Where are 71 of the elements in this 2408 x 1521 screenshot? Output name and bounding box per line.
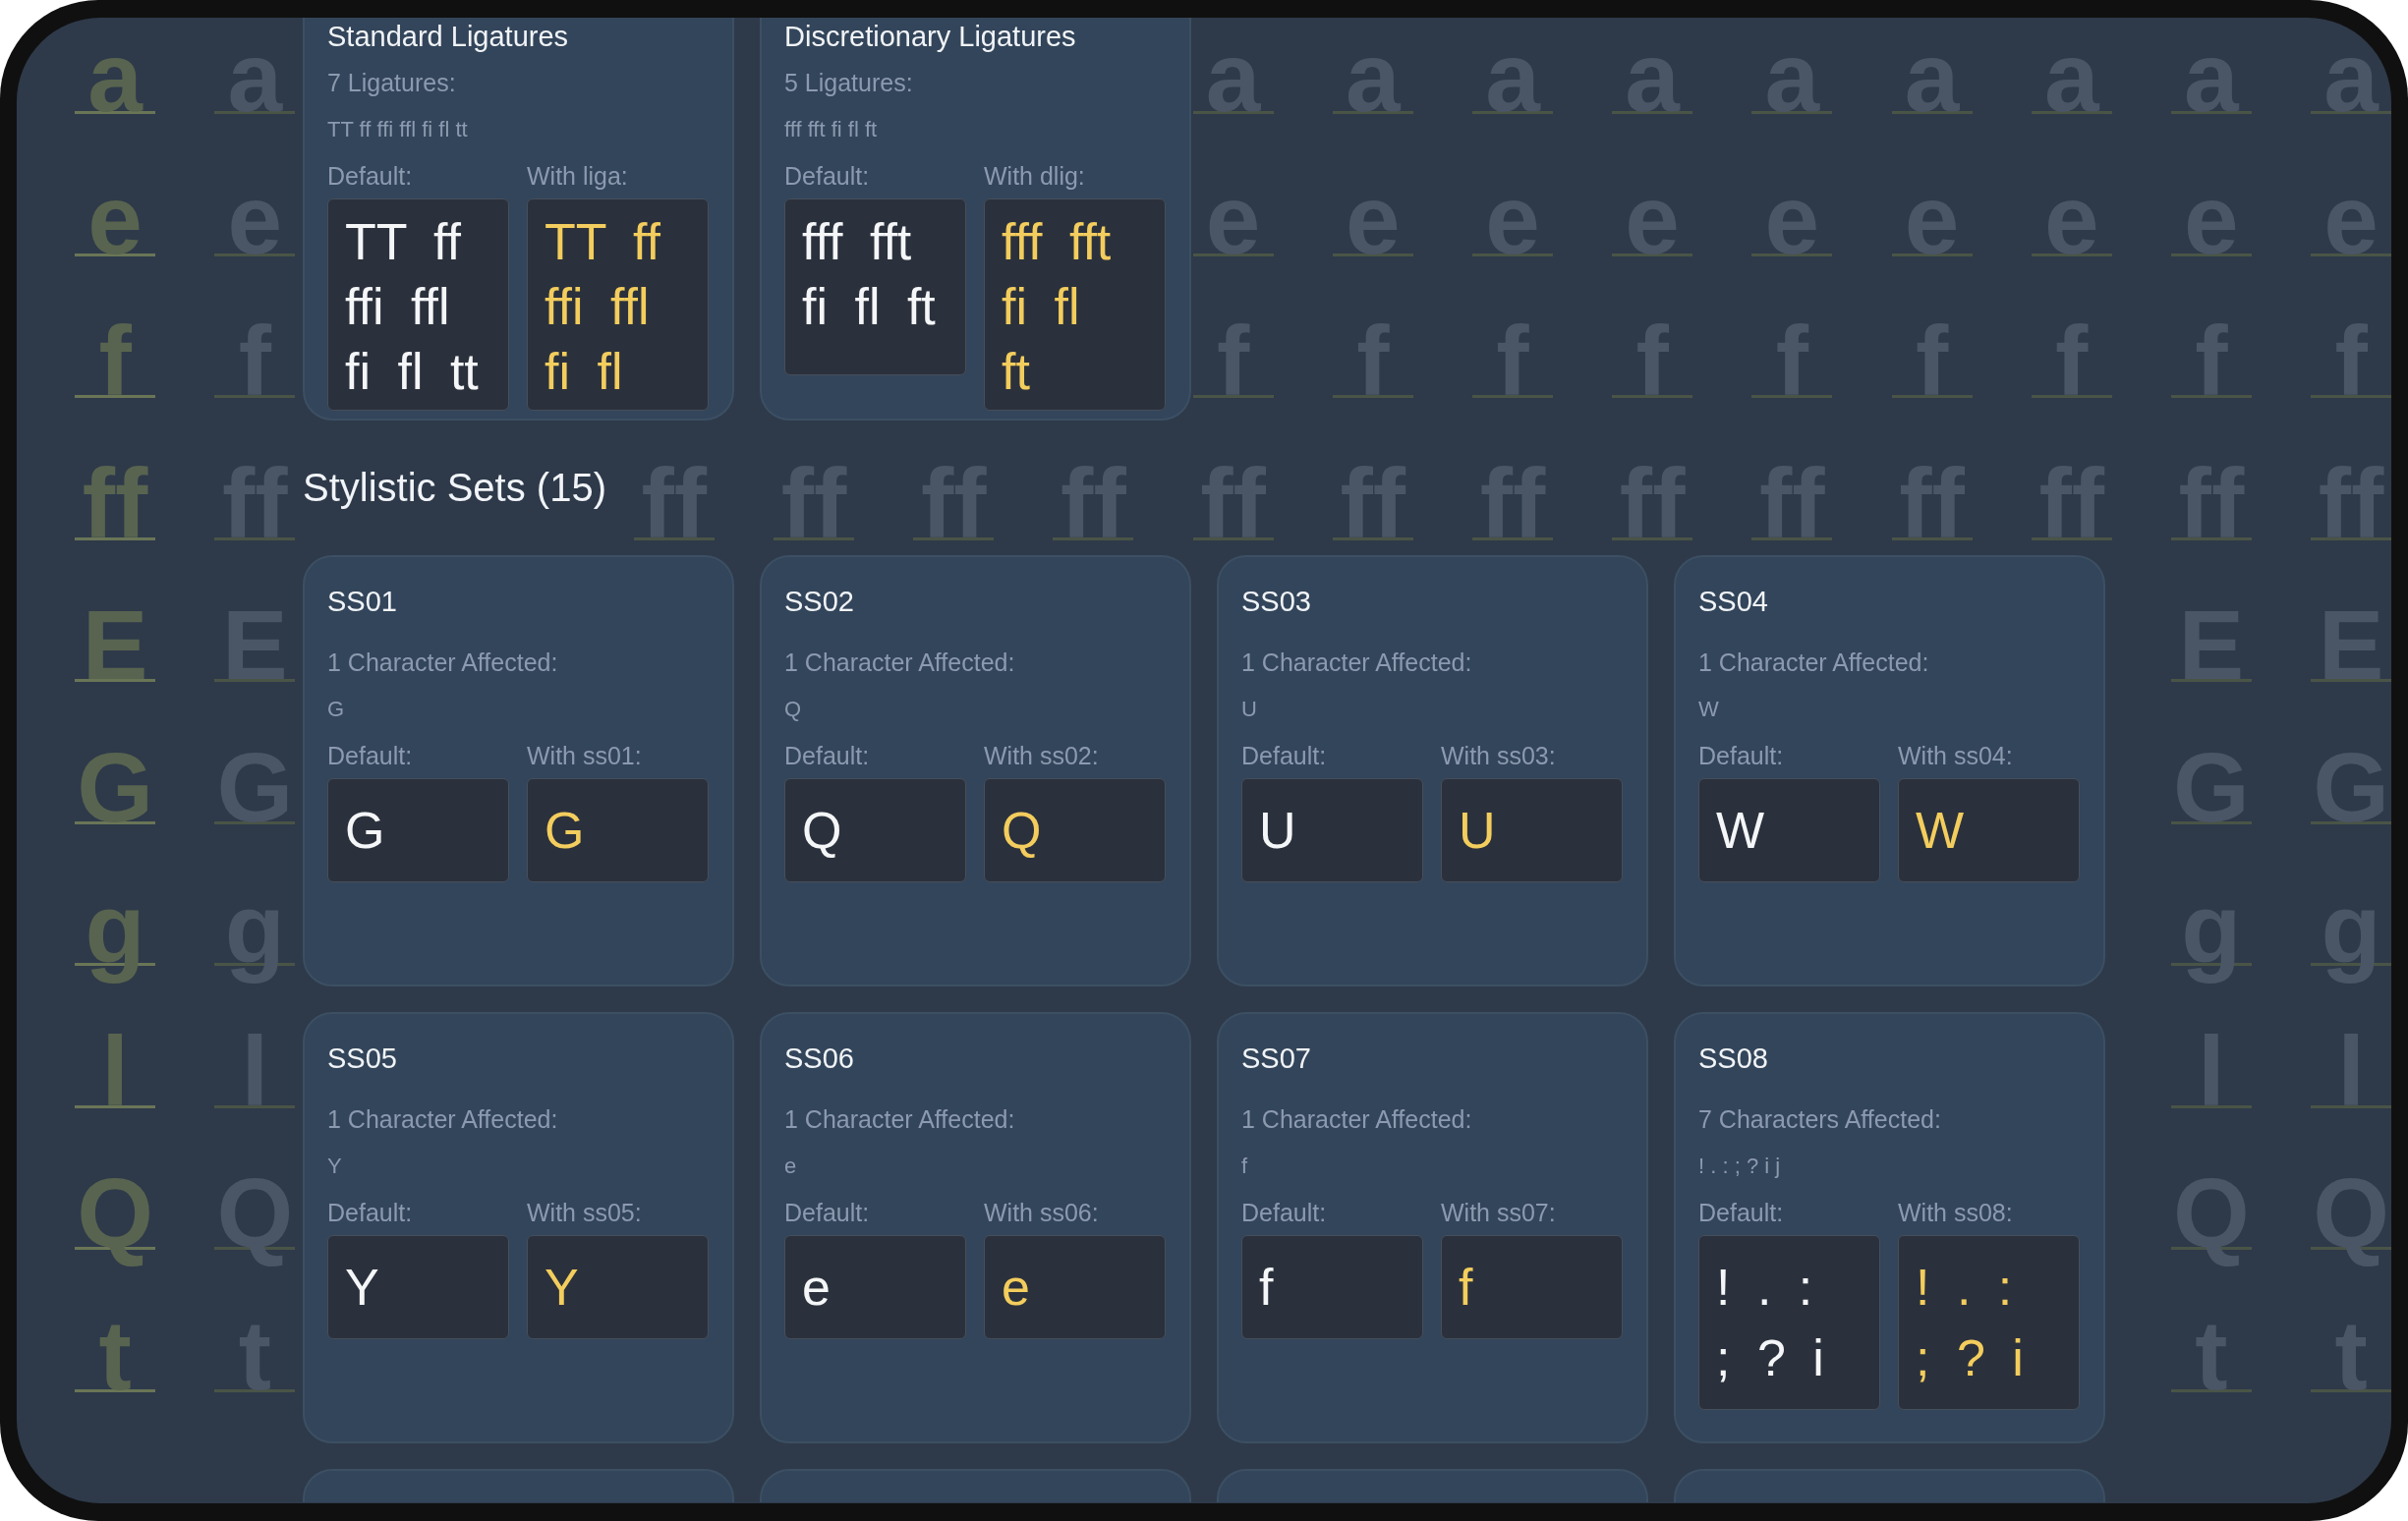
glyph-list: TT ff ffi ffl fi fl tt [327, 113, 468, 146]
glyph-preview: Y [327, 1235, 509, 1339]
styled-glyph-preview: Y [527, 1235, 709, 1339]
feature-label: With ss06: [984, 1198, 1099, 1228]
count-label: 1 Character Affected: [327, 1104, 558, 1135]
count-label: 1 Character Affected: [1698, 648, 1929, 678]
card-title: SS01 [327, 585, 397, 618]
glyph-preview: Q [784, 778, 966, 882]
default-label: Default: [784, 161, 870, 192]
count-label: 7 Ligatures: [327, 68, 456, 98]
styled-glyph-preview: f [1441, 1235, 1623, 1339]
default-label: Default: [327, 161, 413, 192]
styled-glyph-preview: fff fft fi fl ft [984, 198, 1166, 411]
glyph-list: f [1241, 1150, 1248, 1183]
glyph-preview: G [327, 778, 509, 882]
default-label: Default: [1698, 741, 1784, 771]
styled-glyph-preview: ! . : ; ? i [1898, 1235, 2080, 1410]
glyph-preview: TT ff ffi ffl fi fl tt [327, 198, 509, 411]
glyph-list: fff fft fi fl ft [784, 113, 878, 146]
styled-glyph-preview: W [1898, 778, 2080, 882]
styled-glyph-preview: Q [984, 778, 1166, 882]
glyph-list: ! . : ; ? i j [1698, 1150, 1781, 1183]
feature-label: With liga: [527, 161, 628, 192]
styled-glyph-preview: e [984, 1235, 1166, 1339]
glyph-list: Y [327, 1150, 342, 1183]
feature-label: With ss07: [1441, 1198, 1556, 1228]
default-label: Default: [784, 741, 870, 771]
glyph-preview: ! . : ; ? i [1698, 1235, 1880, 1410]
count-label: 7 Characters Affected: [1698, 1104, 1941, 1135]
count-label: 1 Character Affected: [784, 648, 1015, 678]
count-label: 1 Character Affected: [1241, 1104, 1472, 1135]
styled-glyph-preview: TT ff ffi ffl fi fl [527, 198, 709, 411]
count-label: 5 Ligatures: [784, 68, 913, 98]
default-label: Default: [784, 1198, 870, 1228]
count-label: 1 Character Affected: [784, 1104, 1015, 1135]
feature-label: With dlig: [984, 161, 1085, 192]
count-label: 1 Character Affected: [1241, 648, 1472, 678]
glyph-preview: f [1241, 1235, 1423, 1339]
glyph-preview: W [1698, 778, 1880, 882]
feature-label: With ss01: [527, 741, 642, 771]
section-heading: Stylistic Sets (15) [303, 465, 606, 511]
glyph-list: e [784, 1150, 797, 1183]
card-title: SS05 [327, 1042, 397, 1075]
card-title: SS08 [1698, 1042, 1768, 1075]
feature-label: With ss08: [1898, 1198, 2013, 1228]
styled-glyph-preview: U [1441, 778, 1623, 882]
default-label: Default: [327, 1198, 413, 1228]
glyph-preview: e [784, 1235, 966, 1339]
feature-label: With ss02: [984, 741, 1099, 771]
glyph-list: G [327, 693, 345, 726]
feature-label: With ss03: [1441, 741, 1556, 771]
card-title: SS03 [1241, 585, 1311, 618]
card-title: Standard Ligatures [327, 20, 569, 53]
feature-label: With ss05: [527, 1198, 642, 1228]
glyph-preview: U [1241, 778, 1423, 882]
glyph-preview: fff fft fi fl ft [784, 198, 966, 375]
card-title: SS02 [784, 585, 854, 618]
glyph-list: Q [784, 693, 802, 726]
card-title: Discretionary Ligatures [784, 20, 1076, 53]
glyph-list: W [1698, 693, 1719, 726]
feature-label: With ss04: [1898, 741, 2013, 771]
default-label: Default: [1241, 741, 1327, 771]
card-title: SS06 [784, 1042, 854, 1075]
default-label: Default: [1698, 1198, 1784, 1228]
count-label: 1 Character Affected: [327, 648, 558, 678]
card-title: SS04 [1698, 585, 1768, 618]
styled-glyph-preview: G [527, 778, 709, 882]
default-label: Default: [327, 741, 413, 771]
glyph-list: U [1241, 693, 1257, 726]
card-title: SS07 [1241, 1042, 1311, 1075]
default-label: Default: [1241, 1198, 1327, 1228]
